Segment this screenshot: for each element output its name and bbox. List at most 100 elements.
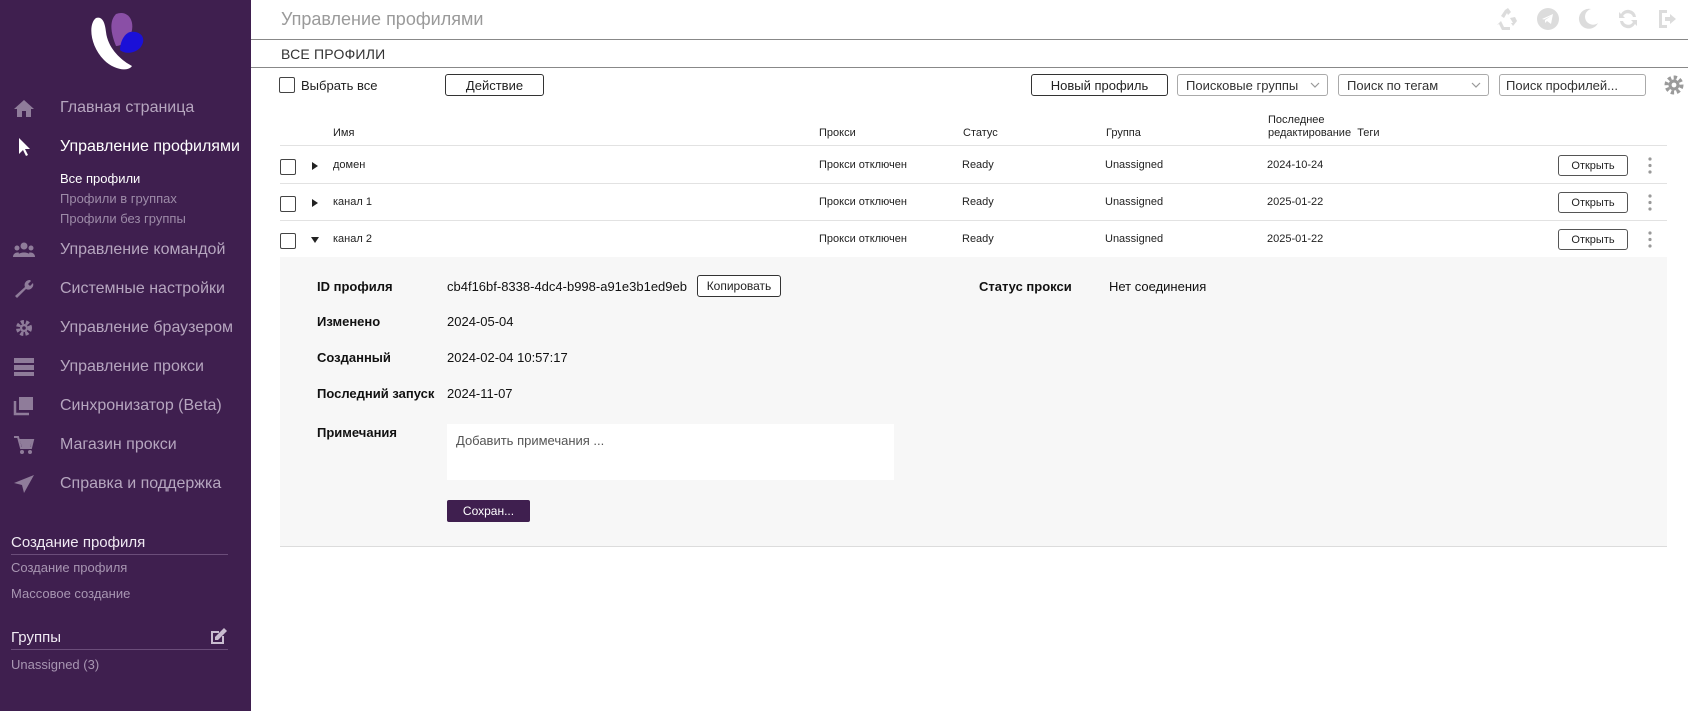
- nav-item-team[interactable]: Управление командой: [0, 230, 251, 269]
- wrench-icon: [15, 279, 34, 298]
- header-icons: [1496, 7, 1680, 31]
- kebab-menu-icon[interactable]: [1648, 157, 1652, 174]
- groups-section-title: Группы: [11, 629, 61, 646]
- sub-item-grouped-profiles[interactable]: Профили в группах: [60, 191, 177, 206]
- changed-value: 2024-05-04: [447, 314, 514, 329]
- table-row-expanded[interactable]: канал 2 Прокси отключен Ready Unassigned…: [280, 221, 1667, 258]
- kebab-menu-icon[interactable]: [1648, 231, 1652, 248]
- table-row[interactable]: домен Прокси отключен Ready Unassigned 2…: [280, 147, 1667, 184]
- send-icon: [14, 475, 34, 493]
- col-header-tags[interactable]: Теги: [1357, 127, 1379, 139]
- nav-item-label: Магазин прокси: [60, 436, 177, 453]
- row-status: Ready: [962, 233, 994, 245]
- row-status: Ready: [962, 196, 994, 208]
- create-profile-section-title: Создание профиля: [11, 534, 228, 555]
- search-profiles-placeholder: Поиск профилей...: [1506, 77, 1619, 93]
- col-header-last-edit-line1: Последнее: [1268, 114, 1325, 126]
- sidebar: Главная страница Управление профилями Вс…: [0, 0, 251, 711]
- expand-triangle-icon[interactable]: [311, 199, 319, 207]
- search-tags-select[interactable]: Поиск по тегам: [1338, 74, 1489, 96]
- chevron-down-icon: [1471, 82, 1481, 88]
- table-header-divider: [280, 145, 1667, 146]
- group-unassigned-link[interactable]: Unassigned (3): [11, 657, 99, 672]
- col-header-proxy[interactable]: Прокси: [819, 127, 856, 140]
- row-status: Ready: [962, 159, 994, 171]
- app-logo: [91, 12, 144, 70]
- row-proxy: Прокси отключен: [819, 159, 907, 171]
- last-run-label: Последний запуск: [317, 386, 435, 401]
- sub-item-all-profiles[interactable]: Все профили: [60, 171, 140, 186]
- created-label: Созданный: [317, 350, 391, 365]
- nav-item-browser[interactable]: Управление браузером: [0, 308, 251, 347]
- profile-id-value: cb4f16bf-8338-4dc4-b998-a91e3b1ed9eb: [447, 279, 687, 294]
- select-all-label: Выбрать все: [301, 77, 378, 93]
- search-groups-select[interactable]: Поисковые группы: [1177, 74, 1328, 96]
- notes-label: Примечания: [317, 425, 398, 440]
- created-value: 2024-02-04 10:57:17: [447, 350, 568, 365]
- create-profile-link[interactable]: Создание профиля: [11, 560, 127, 575]
- col-header-last-edit-line2-text: редактирование: [1268, 127, 1352, 139]
- sub-item-ungrouped-profiles[interactable]: Профили без группы: [60, 211, 186, 226]
- row-name: канал 2: [333, 233, 372, 245]
- logout-icon[interactable]: [1656, 7, 1680, 31]
- search-tags-label: Поиск по тегам: [1347, 77, 1439, 93]
- action-button[interactable]: Действие: [445, 74, 544, 96]
- bulk-create-link[interactable]: Массовое создание: [11, 586, 130, 601]
- notes-textarea[interactable]: [447, 424, 894, 480]
- select-all[interactable]: Выбрать все: [279, 77, 377, 93]
- select-all-checkbox[interactable]: [279, 77, 295, 93]
- row-last-edit: 2025-01-22: [1267, 196, 1324, 208]
- edit-icon[interactable]: [208, 627, 228, 647]
- nav-item-label: Управление прокси: [60, 358, 204, 375]
- row-last-edit: 2024-10-24: [1267, 159, 1324, 171]
- table-row[interactable]: канал 1 Прокси отключен Ready Unassigned…: [280, 184, 1667, 221]
- row-group: Unassigned: [1105, 233, 1164, 245]
- profiles-submenu: Все профили Профили в группах Профили бе…: [0, 166, 251, 230]
- row-checkbox[interactable]: [280, 233, 296, 249]
- home-icon: [14, 100, 34, 117]
- team-icon: [13, 242, 35, 257]
- nav-item-label: Справка и поддержка: [60, 475, 222, 492]
- nav-item-help[interactable]: Справка и поддержка: [0, 464, 251, 503]
- nav-item-system-settings[interactable]: Системные настройки: [0, 269, 251, 308]
- col-header-group[interactable]: Группа: [1106, 127, 1141, 140]
- col-header-status[interactable]: Статус: [963, 127, 998, 140]
- page-title: Управление профилями: [281, 9, 484, 29]
- nav-item-synchronizer[interactable]: Синхронизатор (Beta): [0, 386, 251, 425]
- row-group: Unassigned: [1105, 159, 1164, 171]
- telegram-icon[interactable]: [1536, 7, 1560, 31]
- col-header-last-edit[interactable]: Последнее редактирование Теги: [1268, 114, 1380, 140]
- kebab-menu-icon[interactable]: [1648, 194, 1652, 211]
- open-profile-button[interactable]: Открыть: [1558, 229, 1628, 250]
- open-profile-button[interactable]: Открыть: [1558, 192, 1628, 213]
- nav-item-label: Системные настройки: [60, 280, 225, 297]
- top-header: Управление профилями: [251, 0, 1688, 40]
- save-notes-button[interactable]: Сохран...: [447, 500, 530, 522]
- nav-item-home[interactable]: Главная страница: [0, 88, 251, 127]
- search-profiles-input[interactable]: Поиск профилей...: [1499, 74, 1646, 96]
- section-title: ВСЕ ПРОФИЛИ: [281, 46, 386, 62]
- col-header-name[interactable]: Имя: [333, 127, 354, 140]
- open-profile-button[interactable]: Открыть: [1558, 155, 1628, 176]
- nav-item-proxy-shop[interactable]: Магазин прокси: [0, 425, 251, 464]
- cursor-icon: [19, 138, 30, 156]
- collapse-triangle-icon[interactable]: [311, 236, 319, 244]
- server-icon: [14, 358, 34, 376]
- row-checkbox[interactable]: [280, 196, 296, 212]
- row-group: Unassigned: [1105, 196, 1164, 208]
- refresh-icon[interactable]: [1616, 7, 1640, 31]
- recycle-icon[interactable]: [1496, 7, 1520, 31]
- moon-icon[interactable]: [1576, 7, 1600, 31]
- table-settings-gear-icon[interactable]: [1663, 74, 1685, 96]
- new-profile-button[interactable]: Новый профиль: [1031, 74, 1168, 96]
- nav-item-profiles[interactable]: Управление профилями: [0, 127, 251, 166]
- last-run-value: 2024-11-07: [447, 386, 513, 401]
- profile-id-label: ID профиля: [317, 279, 393, 294]
- row-proxy: Прокси отключен: [819, 196, 907, 208]
- row-name: канал 1: [333, 196, 372, 208]
- copy-id-button[interactable]: Копировать: [697, 275, 781, 297]
- row-checkbox[interactable]: [280, 159, 296, 175]
- expand-triangle-icon[interactable]: [311, 162, 319, 170]
- proxy-status-label: Статус прокси: [979, 279, 1072, 294]
- nav-item-proxy[interactable]: Управление прокси: [0, 347, 251, 386]
